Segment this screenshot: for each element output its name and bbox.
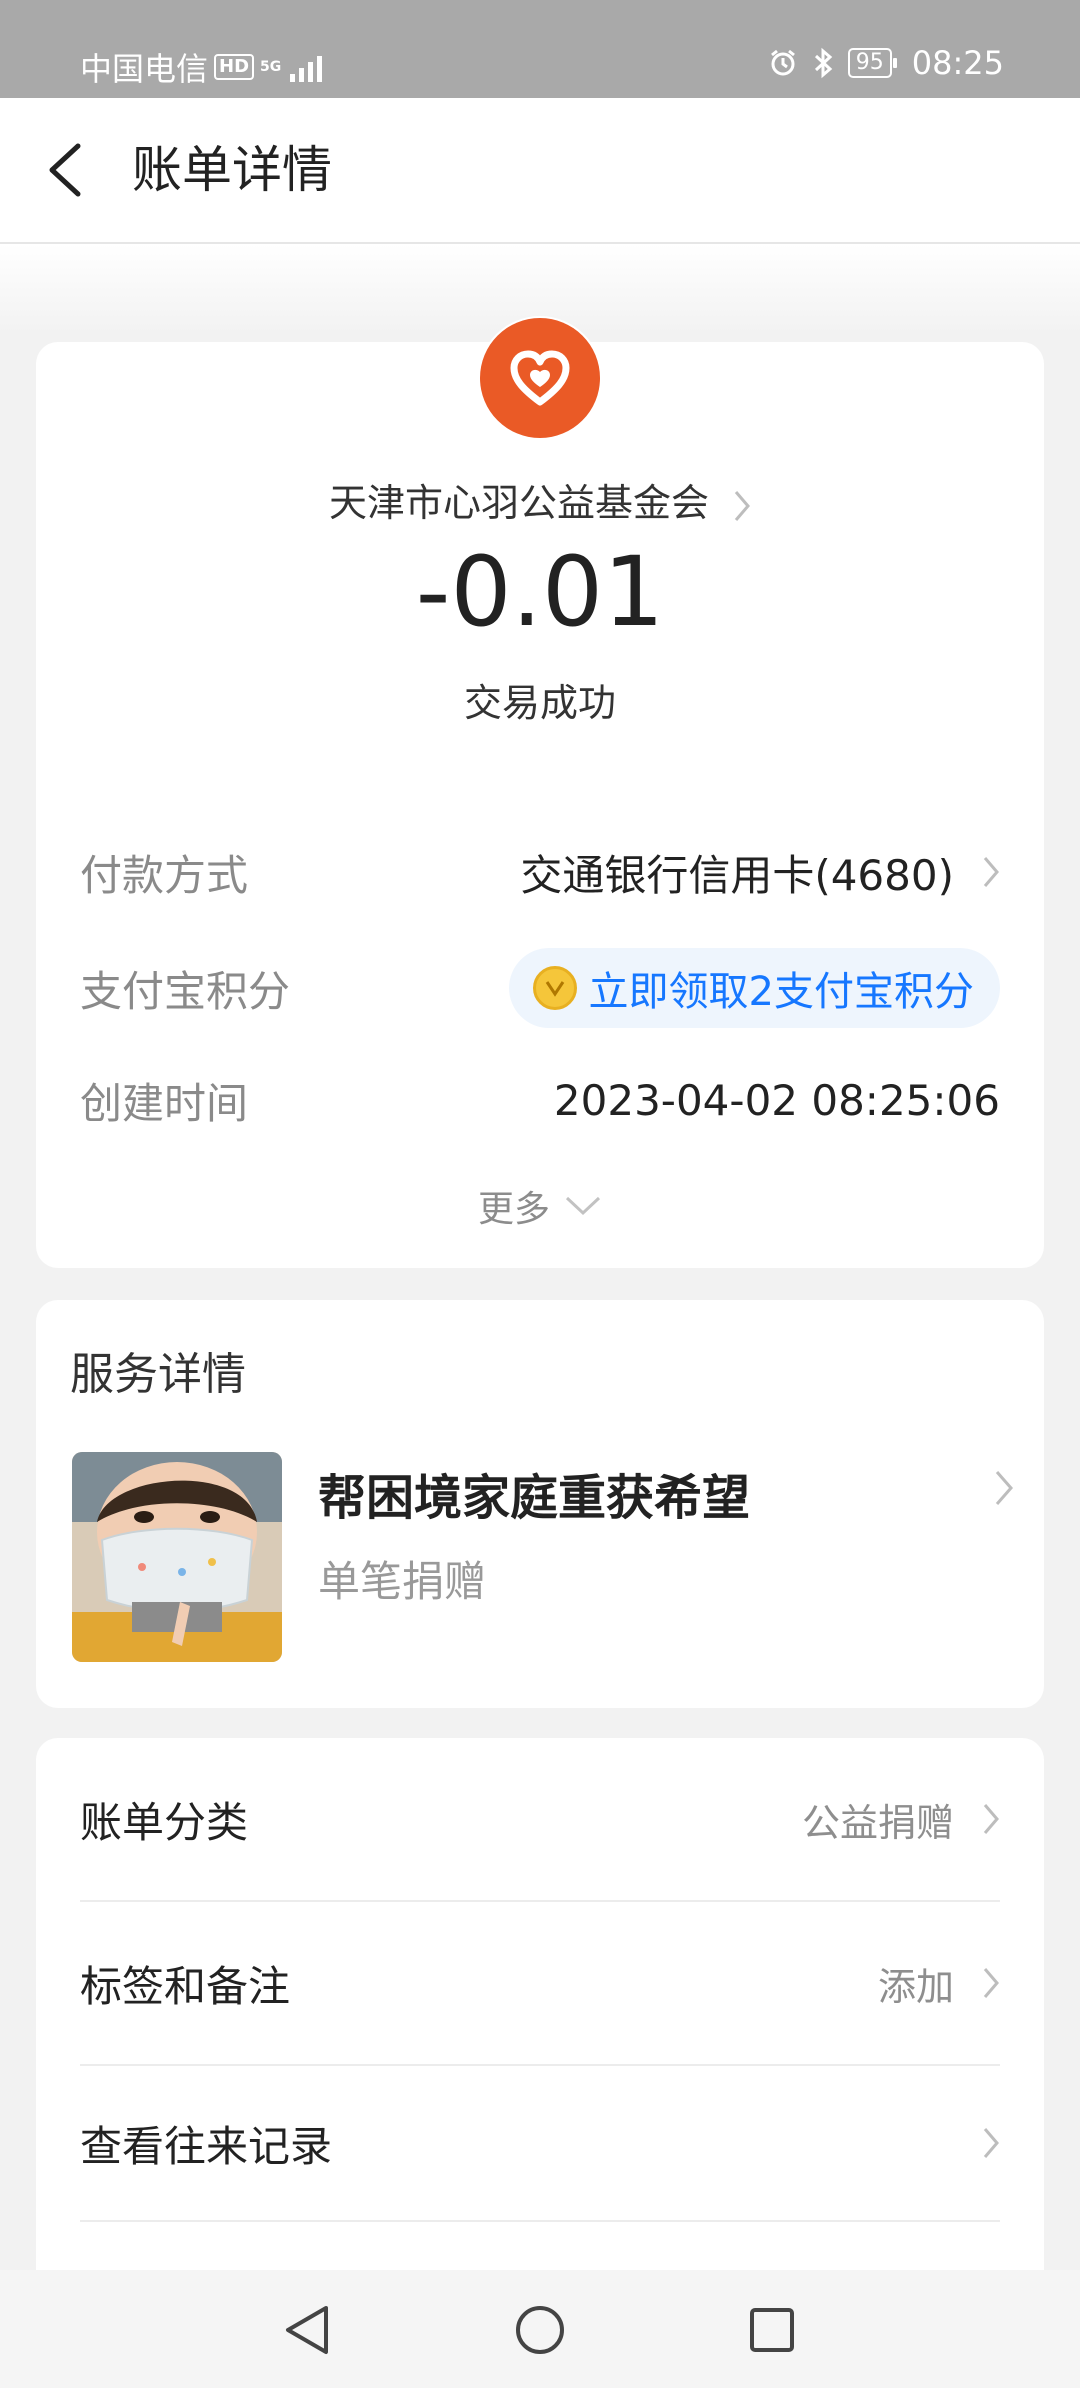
system-nav-bar [0, 2270, 1080, 2388]
payment-method-row[interactable]: 付款方式 交通银行信用卡(4680) [80, 832, 1000, 912]
claim-points-button[interactable]: 立即领取2支付宝积分 [508, 948, 1000, 1028]
created-time-label: 创建时间 [80, 1078, 249, 1128]
claim-points-text: 立即领取2支付宝积分 [588, 969, 974, 1015]
chevron-right-icon [734, 490, 750, 521]
status-bar-left: 中国电信 HD 5G [80, 44, 323, 90]
merchant-name: 天津市心羽公益基金会 [328, 481, 709, 525]
carrier-name: 中国电信 [80, 50, 209, 88]
alarm-icon [770, 49, 795, 76]
nav-home-circle-icon[interactable] [510, 2300, 570, 2360]
merchant-logo [478, 316, 602, 440]
clock: 08:25 [911, 44, 1004, 82]
status-bar-right: 95 08:25 [768, 44, 1004, 82]
nav-bar: 账单详情 [0, 98, 1080, 244]
donation-type: 单笔捐赠 [318, 1557, 487, 1606]
created-time-row: 创建时间 2023-04-02 08:25:06 [80, 1060, 1000, 1140]
chevron-right-icon [983, 857, 999, 887]
payment-method-value: 交通银行信用卡(4680) [520, 850, 954, 900]
payment-method-label: 付款方式 [80, 850, 249, 900]
page-title: 账单详情 [132, 141, 332, 199]
more-button[interactable]: 更多 [36, 1180, 1044, 1232]
hd-badge: HD [214, 54, 255, 80]
transaction-card: 天津市心羽公益基金会 -0.01 交易成功 付款方式 交通银行信用卡(4680)… [36, 316, 1044, 1268]
chevron-right-icon [983, 1804, 999, 1834]
service-card: 服务详情 帮困境家庭重获希望 单笔捐赠 [36, 1300, 1044, 1708]
chevron-right-icon [983, 1968, 999, 1998]
tags-notes-row[interactable]: 标签和备注 添加 [80, 1902, 1000, 2066]
battery-indicator: 95 [847, 48, 897, 78]
history-records-row[interactable]: 查看往来记录 [80, 2066, 1000, 2222]
service-section-title: 服务详情 [70, 1349, 246, 1400]
nav-back-triangle-icon[interactable] [278, 2300, 338, 2360]
project-thumbnail[interactable] [72, 1452, 282, 1662]
merchant-name-row[interactable]: 天津市心羽公益基金会 [36, 472, 1044, 527]
network-type: 5G [260, 59, 282, 75]
bill-category-row[interactable]: 账单分类 公益捐赠 [80, 1738, 1000, 1902]
tags-notes-label: 标签和备注 [80, 1961, 291, 2011]
history-records-label: 查看往来记录 [80, 2121, 333, 2171]
project-name[interactable]: 帮困境家庭重获希望 [318, 1458, 750, 1528]
signal-icon [290, 52, 323, 82]
back-arrow-icon [49, 143, 81, 197]
bill-category-label: 账单分类 [80, 1797, 249, 1847]
chevron-right-icon[interactable] [994, 1468, 1014, 1508]
bluetooth-icon [814, 47, 833, 79]
more-label: 更多 [477, 1189, 550, 1230]
child-photo-image [72, 1452, 282, 1662]
points-coin-icon [532, 966, 577, 1010]
status-bar: 中国电信 HD 5G 95 08:25 [0, 0, 1080, 98]
transaction-amount: -0.01 [415, 536, 665, 648]
tags-notes-value: 添加 [877, 1964, 954, 2009]
charity-heart-icon [510, 350, 570, 406]
back-button[interactable] [40, 134, 96, 206]
chevron-right-icon [983, 2128, 999, 2158]
nav-recents-square-icon[interactable] [742, 2300, 802, 2360]
created-time-value: 2023-04-02 08:25:06 [553, 1075, 1000, 1125]
chevron-down-icon [565, 1196, 601, 1216]
bill-category-value: 公益捐赠 [801, 1800, 954, 1845]
points-row: 支付宝积分 立即领取2支付宝积分 [80, 944, 1000, 1032]
bill-options-card: 账单分类 公益捐赠 标签和备注 添加 查看往来记录 [36, 1738, 1044, 2298]
points-label: 支付宝积分 [80, 966, 291, 1016]
transaction-status: 交易成功 [463, 681, 616, 725]
